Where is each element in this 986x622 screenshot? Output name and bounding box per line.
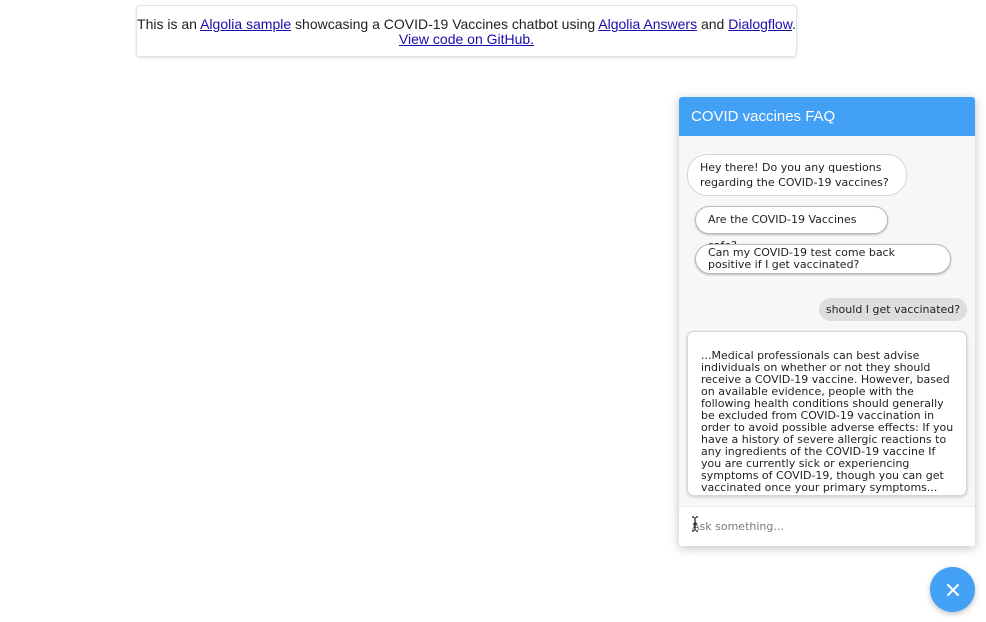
suggestion-chip-test-positive[interactable]: Can my COVID-19 test come back positive …	[695, 244, 951, 274]
bot-answer-card: ...Medical professionals can best advise…	[687, 331, 967, 496]
bot-greeting-message: Hey there! Do you any questions regardin…	[687, 154, 907, 196]
algolia-answers-link[interactable]: Algolia Answers	[598, 16, 697, 32]
banner-text: and	[697, 16, 729, 32]
info-banner: This is an Algolia sample showcasing a C…	[136, 5, 797, 57]
banner-text: showcasing a COVID-19 Vaccines chatbot u…	[291, 16, 599, 32]
chat-window: COVID vaccines FAQ Hey there! Do you any…	[679, 97, 975, 546]
user-message: should I get vaccinated?	[819, 298, 967, 321]
banner-text: This is an	[137, 16, 201, 32]
dialogflow-link[interactable]: Dialogflow	[728, 16, 792, 32]
github-link[interactable]: View code on GitHub.	[399, 31, 534, 47]
algolia-sample-link[interactable]: Algolia sample	[200, 16, 291, 32]
chat-messages[interactable]: Hey there! Do you any questions regardin…	[679, 136, 975, 506]
chat-input[interactable]	[679, 507, 975, 546]
suggestion-chip-vaccine-safe[interactable]: Are the COVID-19 Vaccines safe?	[695, 206, 888, 252]
close-chat-button[interactable]	[930, 567, 975, 612]
chat-title: COVID vaccines FAQ	[679, 97, 975, 136]
banner-text: .	[792, 16, 796, 32]
chat-input-bar	[679, 506, 975, 546]
close-icon	[946, 583, 959, 596]
